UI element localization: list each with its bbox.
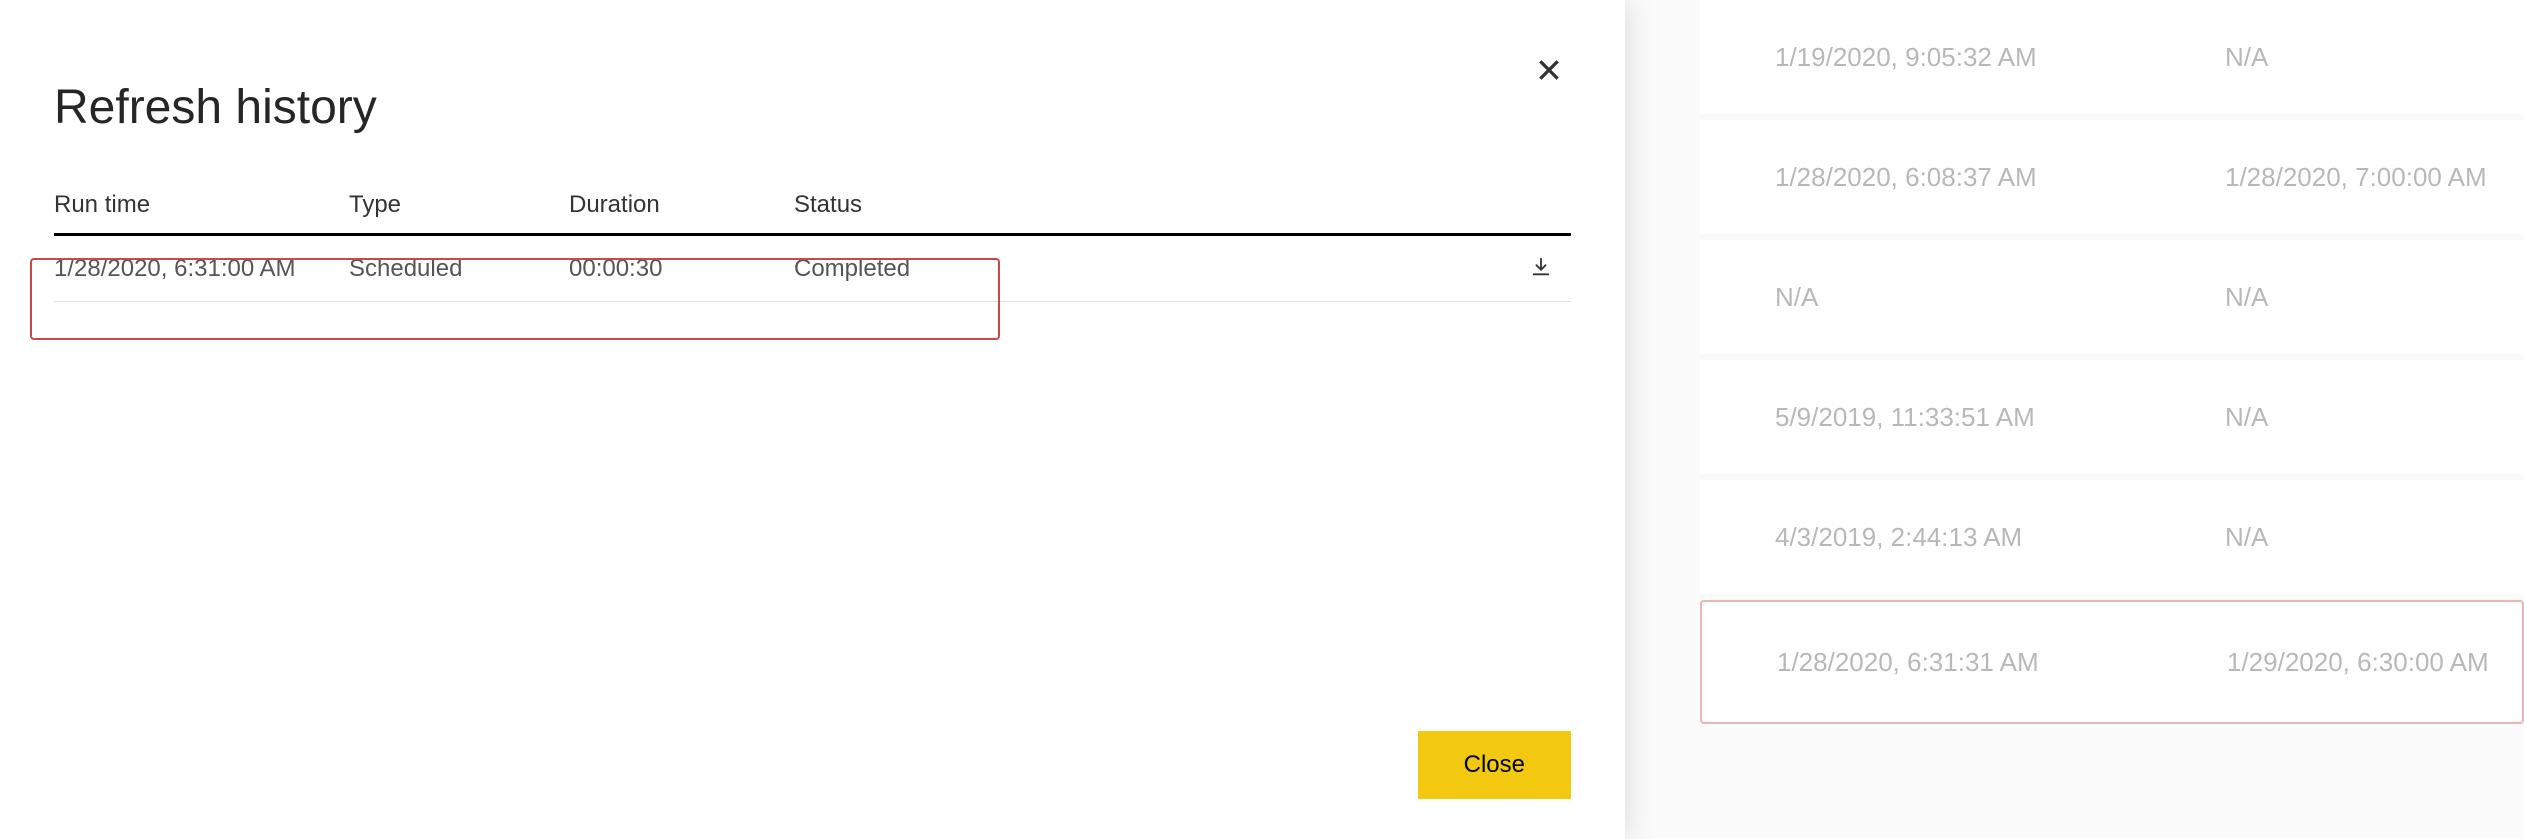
- dialog-footer: Close: [54, 731, 1571, 799]
- cell-type: Scheduled: [349, 255, 569, 283]
- cell-runtime: 1/28/2020, 6:31:00 AM: [54, 255, 349, 283]
- bg-row-col1: N/A: [1775, 282, 2225, 313]
- cell-duration: 00:00:30: [569, 255, 794, 283]
- bg-row-col1: 1/28/2020, 6:08:37 AM: [1775, 162, 2225, 193]
- dialog-close-button[interactable]: [1529, 50, 1569, 90]
- col-header-status: Status: [794, 191, 1511, 219]
- refresh-history-dialog: Refresh history Run time Type Duration S…: [0, 0, 1625, 839]
- bg-row-col2: N/A: [2225, 42, 2524, 73]
- bg-row-col1: 5/9/2019, 11:33:51 AM: [1775, 402, 2225, 433]
- bg-row-col2: 1/28/2020, 7:00:00 AM: [2225, 162, 2524, 193]
- bg-row-col1: 4/3/2019, 2:44:13 AM: [1775, 522, 2225, 553]
- bg-row-col2: N/A: [2225, 282, 2524, 313]
- background-row: 1/28/2020, 6:08:37 AM1/28/2020, 7:00:00 …: [1700, 120, 2524, 240]
- background-row: N/AN/A: [1700, 240, 2524, 360]
- bg-row-col2: 1/29/2020, 6:30:00 AM: [2227, 647, 2522, 678]
- refresh-history-table: Run time Type Duration Status 1/28/2020,…: [54, 191, 1571, 302]
- dialog-title: Refresh history: [54, 80, 1571, 135]
- bg-row-col2: N/A: [2225, 522, 2524, 553]
- bg-row-col1: 1/19/2020, 9:05:32 AM: [1775, 42, 2225, 73]
- background-row: 5/9/2019, 11:33:51 AMN/A: [1700, 360, 2524, 480]
- table-header: Run time Type Duration Status: [54, 191, 1571, 236]
- background-row: 4/3/2019, 2:44:13 AMN/A: [1700, 480, 2524, 600]
- col-header-runtime: Run time: [54, 191, 349, 219]
- download-button[interactable]: [1524, 250, 1558, 287]
- bg-row-col1: 1/28/2020, 6:31:31 AM: [1777, 647, 2227, 678]
- col-header-duration: Duration: [569, 191, 794, 219]
- bg-row-col2: N/A: [2225, 402, 2524, 433]
- close-icon: [1536, 57, 1562, 83]
- cell-status: Completed: [794, 255, 1511, 283]
- table-row: 1/28/2020, 6:31:00 AMScheduled00:00:30Co…: [54, 236, 1571, 302]
- close-button[interactable]: Close: [1418, 731, 1571, 799]
- col-header-type: Type: [349, 191, 569, 219]
- background-row: 1/19/2020, 9:05:32 AMN/A: [1700, 0, 2524, 120]
- background-row: 1/28/2020, 6:31:31 AM1/29/2020, 6:30:00 …: [1700, 600, 2524, 724]
- download-icon: [1530, 256, 1552, 278]
